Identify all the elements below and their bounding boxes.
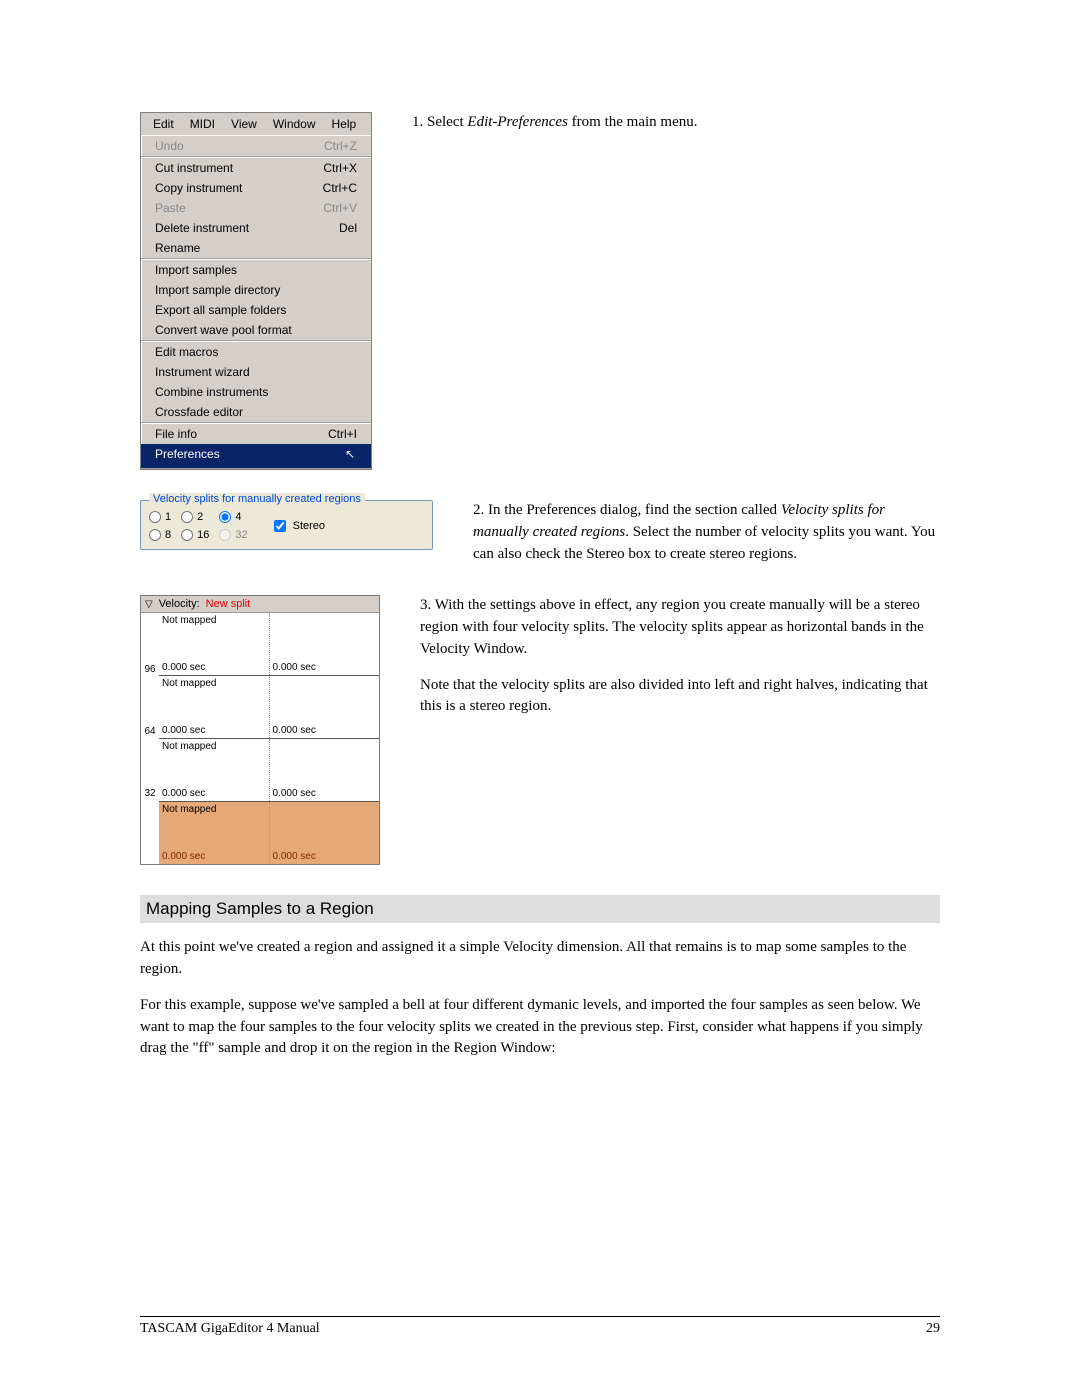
menu-edit-macros[interactable]: Edit macros: [141, 342, 371, 362]
radio-4[interactable]: 4: [219, 511, 247, 523]
menu-instrument-wizard[interactable]: Instrument wizard: [141, 362, 371, 382]
footer-title: TASCAM GigaEditor 4 Manual: [140, 1321, 320, 1337]
velocity-split-3[interactable]: Not mapped0.000 sec 0.000 sec: [159, 675, 379, 738]
velocity-ruler: 96 64 32: [141, 613, 159, 864]
menu-delete-instrument[interactable]: Delete instrumentDel: [141, 218, 371, 238]
step-2-text: 2. In the Preferences dialog, find the s…: [473, 500, 940, 565]
velocity-window: ▽ Velocity: New split 96 64 32 Not mappe…: [140, 595, 380, 865]
menu-preferences[interactable]: Preferences↖: [141, 444, 371, 468]
body-paragraph-2: For this example, suppose we've sampled …: [140, 995, 940, 1060]
menu-convert-wave-pool-format[interactable]: Convert wave pool format: [141, 320, 371, 340]
page-number: 29: [926, 1321, 940, 1337]
velocity-splits-groupbox: Velocity splits for manually created reg…: [140, 500, 433, 550]
collapse-icon[interactable]: ▽: [145, 599, 153, 610]
radio-16[interactable]: 16: [181, 529, 209, 541]
menu-crossfade-editor[interactable]: Crossfade editor: [141, 402, 371, 422]
menu-export-all-sample-folders[interactable]: Export all sample folders: [141, 300, 371, 320]
page-footer: TASCAM GigaEditor 4 Manual 29: [140, 1316, 940, 1337]
menu-help[interactable]: Help: [324, 115, 365, 133]
velocity-split-1[interactable]: Not mapped0.000 sec 0.000 sec: [159, 801, 379, 864]
cursor-icon: ↖: [345, 447, 357, 465]
radio-2[interactable]: 2: [181, 511, 209, 523]
radio-1[interactable]: 1: [149, 511, 171, 523]
radio-32: 32: [219, 529, 247, 541]
edit-menu-screenshot: Edit MIDI View Window Help UndoCtrl+Z Cu…: [140, 112, 372, 470]
step-3-text: 3. With the settings above in effect, an…: [420, 595, 940, 718]
menu-edit[interactable]: Edit: [145, 115, 182, 133]
velocity-split-2[interactable]: Not mapped0.000 sec 0.000 sec: [159, 738, 379, 801]
section-heading: Mapping Samples to a Region: [140, 895, 940, 923]
menu-paste: PasteCtrl+V: [141, 198, 371, 218]
menu-window[interactable]: Window: [265, 115, 324, 133]
menu-import-sample-directory[interactable]: Import sample directory: [141, 280, 371, 300]
groupbox-title: Velocity splits for manually created reg…: [149, 493, 365, 505]
menu-undo: UndoCtrl+Z: [141, 136, 371, 156]
stereo-label: Stereo: [293, 520, 325, 532]
menu-midi[interactable]: MIDI: [182, 115, 223, 133]
menu-view[interactable]: View: [223, 115, 265, 133]
menubar: Edit MIDI View Window Help: [141, 113, 371, 135]
body-paragraph-1: At this point we've created a region and…: [140, 937, 940, 981]
radio-8[interactable]: 8: [149, 529, 171, 541]
menu-file-info[interactable]: File infoCtrl+I: [141, 424, 371, 444]
step-1-text: 1. Select Edit-Preferences from the main…: [412, 112, 940, 134]
menu-import-samples[interactable]: Import samples: [141, 260, 371, 280]
stereo-checkbox[interactable]: [274, 520, 286, 532]
menu-rename[interactable]: Rename: [141, 238, 371, 258]
velocity-split-4[interactable]: Not mapped0.000 sec 0.000 sec: [159, 613, 379, 675]
menu-cut-instrument[interactable]: Cut instrumentCtrl+X: [141, 158, 371, 178]
menu-combine-instruments[interactable]: Combine instruments: [141, 382, 371, 402]
velocity-header: ▽ Velocity: New split: [141, 596, 379, 613]
menu-copy-instrument[interactable]: Copy instrumentCtrl+C: [141, 178, 371, 198]
